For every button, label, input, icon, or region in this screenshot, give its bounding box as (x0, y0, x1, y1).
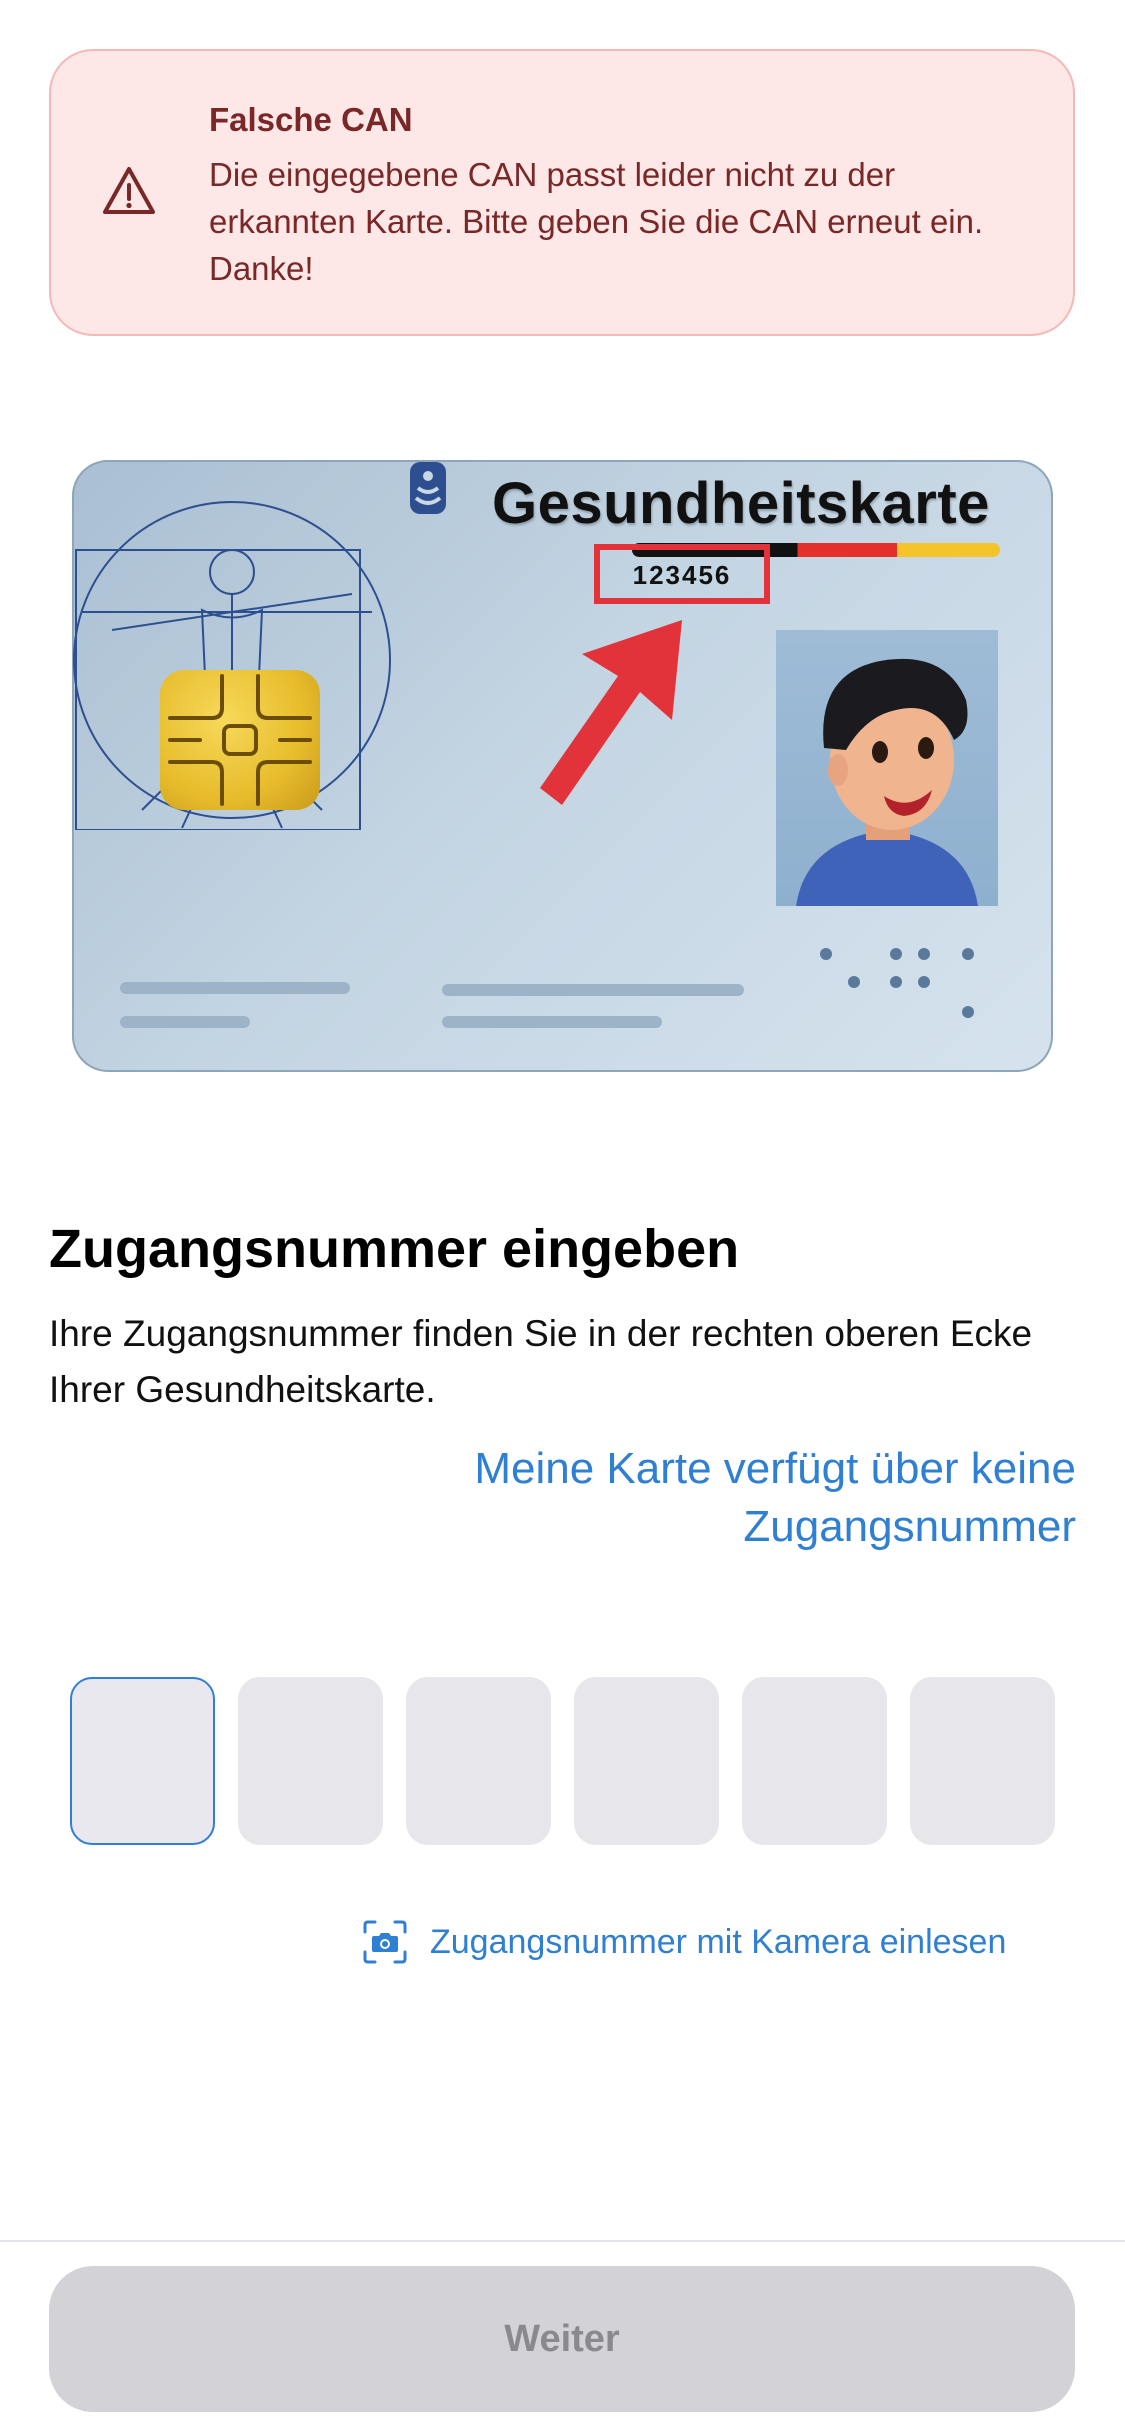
can-digit-field[interactable] (238, 1677, 383, 1845)
card-can-number: 123456 (632, 560, 732, 590)
card-text-line (442, 1016, 662, 1028)
can-digit-field[interactable] (406, 1677, 551, 1845)
scan-with-camera-link[interactable]: Zugangsnummer mit Kamera einlesen (362, 1917, 1006, 1967)
page-title: Zugangsnummer eingeben (49, 1219, 740, 1279)
card-text-line (120, 982, 350, 994)
error-message: Die eingegebene CAN passt leider nicht z… (209, 156, 984, 287)
error-banner: Falsche CAN Die eingegebene CAN passt le… (49, 49, 1075, 336)
camera-icon (363, 1920, 407, 1964)
can-digit-field[interactable] (910, 1677, 1055, 1845)
card-dot-pattern (820, 948, 974, 1018)
page-description: Ihre Zugangsnummer finden Sie in der rec… (49, 1313, 1033, 1410)
card-text-line (442, 984, 744, 996)
continue-button[interactable]: Weiter (49, 2266, 1075, 2412)
nfc-logo-icon (410, 462, 446, 514)
can-highlight-box: 123456 (594, 544, 770, 604)
can-input[interactable] (70, 1677, 1055, 1845)
can-digit-field[interactable] (70, 1677, 215, 1845)
card-portrait-photo (776, 630, 998, 906)
scan-with-camera-label: Zugangsnummer mit Kamera einlesen (430, 1922, 1007, 1961)
pointer-arrow-icon (540, 620, 682, 805)
health-card-illustration: Gesundheitskarte 123456 (72, 460, 1053, 1072)
can-digit-field[interactable] (574, 1677, 719, 1845)
card-chip (160, 670, 320, 810)
card-text-line (120, 1016, 250, 1028)
error-title: Falsche CAN (209, 101, 413, 138)
footer-divider (0, 2240, 1125, 2242)
warning-triangle-icon (103, 167, 155, 214)
card-title: Gesundheitskarte (492, 471, 990, 536)
continue-button-label: Weiter (504, 2317, 620, 2360)
no-can-link[interactable]: Meine Karte verfügt über keine Zugangsnu… (276, 1440, 1076, 1556)
can-digit-field[interactable] (742, 1677, 887, 1845)
